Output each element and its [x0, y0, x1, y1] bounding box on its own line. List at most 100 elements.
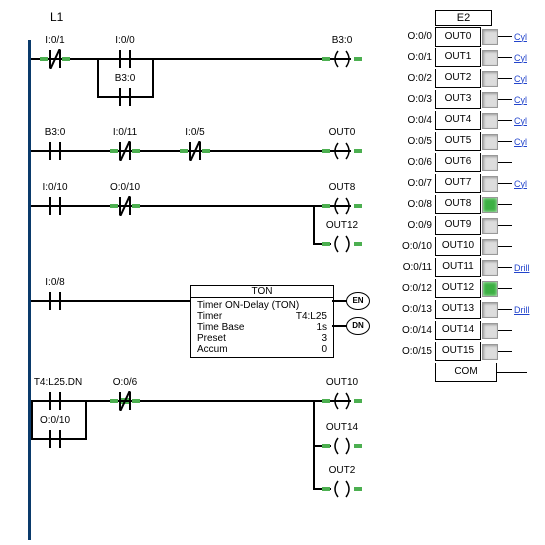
output-led-icon — [482, 71, 498, 87]
output-row-9: O:0/9OUT9 — [390, 215, 535, 236]
ton-en-wire — [332, 300, 347, 302]
contact-b30[interactable]: B3:0 — [40, 142, 70, 160]
output-row-4: O:0/4OUT4 Cyl — [390, 110, 535, 131]
output-name[interactable]: OUT4 — [435, 111, 481, 130]
output-addr: O:0/6 — [390, 157, 435, 168]
output-led-icon — [482, 323, 498, 339]
output-row-7: O:0/7OUT7Cyl — [390, 173, 535, 194]
output-addr: O:0/3 — [390, 94, 435, 105]
rung-5-wire — [31, 400, 351, 402]
output-row-0: O:0/0OUT0 Cyl — [390, 26, 535, 47]
output-com-row: COM — [390, 362, 535, 383]
output-name[interactable]: OUT9 — [435, 216, 481, 235]
output-name[interactable]: OUT15 — [435, 342, 481, 361]
output-link[interactable]: Cyl — [514, 74, 532, 84]
ladder-title: L1 — [50, 10, 380, 24]
output-name[interactable]: OUT11 — [435, 258, 481, 277]
output-link[interactable]: Cyl — [514, 116, 532, 126]
output-row-3: O:0/3OUT3 Cyl — [390, 89, 535, 110]
output-link[interactable]: Drill — [514, 263, 532, 273]
output-link[interactable]: Cyl — [514, 95, 532, 105]
output-module: E2 O:0/0OUT0CylO:0/1OUT1CylO:0/2OUT2CylO… — [390, 10, 535, 383]
output-name[interactable]: OUT1 — [435, 48, 481, 67]
coil-out10[interactable]: OUT10 — [330, 392, 354, 410]
output-addr: O:0/8 — [390, 199, 435, 210]
output-wire — [498, 225, 512, 226]
contact-o010-nc[interactable]: O:0/10 — [110, 197, 140, 215]
output-name[interactable]: OUT0 — [435, 27, 481, 47]
output-row-14: O:0/14OUT14 — [390, 320, 535, 341]
output-wire — [498, 351, 512, 352]
output-row-5: O:0/5OUT5Cyl — [390, 131, 535, 152]
output-name[interactable]: OUT13 — [435, 300, 481, 319]
rung-3-output-branch — [313, 205, 315, 245]
output-led-icon — [482, 344, 498, 360]
output-addr: O:0/1 — [390, 52, 435, 63]
contact-i011[interactable]: I:0/11 — [110, 142, 140, 160]
coil-out12[interactable]: OUT12 — [330, 235, 354, 253]
output-wire — [498, 141, 512, 142]
output-addr: O:0/12 — [390, 283, 435, 294]
output-addr: O:0/14 — [390, 325, 435, 336]
rung-1-branch-left — [97, 58, 99, 98]
output-led-icon — [482, 113, 498, 129]
output-led-icon — [482, 302, 498, 318]
output-led-icon — [482, 260, 498, 276]
contact-i00[interactable]: I:0/0 — [110, 50, 140, 68]
contact-i01[interactable]: I:0/1 — [40, 50, 70, 68]
output-link[interactable]: Cyl — [514, 53, 532, 63]
com-wire — [497, 372, 527, 373]
output-addr: O:0/13 — [390, 304, 435, 315]
output-addr: O:0/2 — [390, 73, 435, 84]
output-name[interactable]: OUT14 — [435, 321, 481, 340]
output-row-15: O:0/15OUT15 — [390, 341, 535, 362]
output-link[interactable]: Cyl — [514, 32, 532, 42]
output-link[interactable]: Cyl — [514, 179, 532, 189]
rung-5-branch-left — [31, 400, 33, 440]
coil-b30[interactable]: B3:0 — [330, 50, 354, 68]
coil-out8[interactable]: OUT8 — [330, 197, 354, 215]
contact-o06[interactable]: O:0/6 — [110, 392, 140, 410]
output-addr: O:0/4 — [390, 115, 435, 126]
ton-dn-wire — [332, 325, 347, 327]
output-wire — [498, 330, 512, 331]
output-wire — [498, 36, 512, 37]
output-name[interactable]: OUT8 — [435, 195, 481, 214]
output-addr: O:0/0 — [390, 31, 435, 42]
output-led-icon — [482, 29, 498, 45]
output-addr: O:0/15 — [390, 346, 435, 357]
contact-i08[interactable]: I:0/8 — [40, 292, 70, 310]
output-link[interactable]: Cyl — [514, 137, 532, 147]
output-addr: O:0/11 — [390, 262, 435, 273]
coil-out2[interactable]: OUT2 — [330, 480, 354, 498]
contact-b30-branch[interactable]: B3:0 — [110, 88, 140, 106]
output-name[interactable]: OUT7 — [435, 174, 481, 193]
output-name[interactable]: OUT2 — [435, 69, 481, 88]
output-led-icon — [482, 239, 498, 255]
contact-i010[interactable]: I:0/10 — [40, 197, 70, 215]
rung-5-branch-right — [85, 400, 87, 440]
output-led-icon — [482, 176, 498, 192]
output-wire — [498, 57, 512, 58]
rung-1-wire — [31, 58, 351, 60]
output-name[interactable]: OUT12 — [435, 279, 481, 298]
contact-t4dn[interactable]: T4:L25.DN — [40, 392, 70, 410]
output-wire — [498, 288, 512, 289]
output-name[interactable]: OUT6 — [435, 153, 481, 172]
output-wire — [498, 99, 512, 100]
output-name[interactable]: OUT3 — [435, 90, 481, 109]
output-wire — [498, 246, 512, 247]
output-com: COM — [435, 363, 497, 382]
output-link[interactable]: Drill — [514, 305, 532, 315]
output-wire — [498, 162, 512, 163]
contact-i05[interactable]: I:0/5 — [180, 142, 210, 160]
output-name[interactable]: OUT5 — [435, 132, 481, 151]
contact-o010-branch[interactable]: O:0/10 — [40, 430, 70, 448]
output-wire — [498, 204, 512, 205]
output-name[interactable]: OUT10 — [435, 237, 481, 256]
coil-out0[interactable]: OUT0 — [330, 142, 354, 160]
output-wire — [498, 183, 512, 184]
ton-instruction[interactable]: TON Timer ON-Delay (TON) TimerT4:L25 Tim… — [190, 285, 334, 358]
coil-out14[interactable]: OUT14 — [330, 437, 354, 455]
module-title: E2 — [435, 10, 492, 26]
